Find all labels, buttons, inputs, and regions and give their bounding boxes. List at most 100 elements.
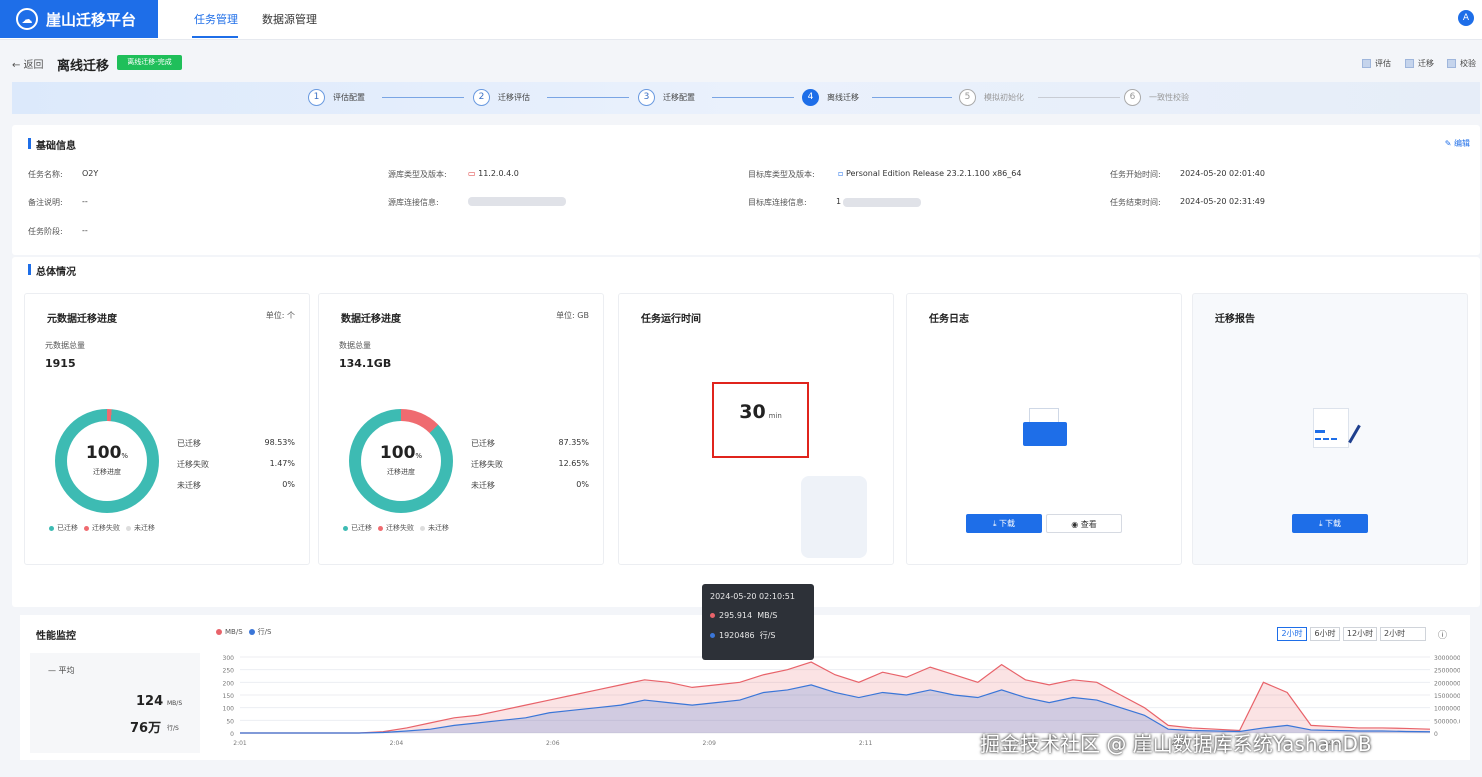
- y-left-tick: 50: [226, 718, 234, 725]
- stage-label: 任务阶段:: [28, 227, 63, 236]
- src-type-value: ▭ 11.2.0.4.0: [468, 169, 519, 178]
- legend-label: 未迁移: [134, 524, 155, 532]
- nav-datasource-management[interactable]: 数据源管理: [262, 11, 317, 27]
- tooltip-mb-unit: MB/S: [757, 611, 778, 620]
- donut-center: 100% 迁移进度: [361, 421, 441, 501]
- option-label: 校验: [1460, 59, 1476, 68]
- donut-percent-unit: %: [415, 452, 423, 460]
- runtime-unit: min: [768, 412, 782, 420]
- metadata-unit: 单位: 个: [265, 311, 295, 320]
- step-number: 5: [959, 89, 976, 106]
- legend-label: 迁移失败: [92, 524, 120, 532]
- step-4[interactable]: 4 离线迁移: [802, 89, 859, 106]
- unmigrated-label: 未迁移: [471, 481, 495, 490]
- range-6h-button[interactable]: 6小时: [1310, 627, 1340, 641]
- report-illustration-icon: [1307, 404, 1363, 452]
- user-avatar[interactable]: A: [1458, 10, 1474, 26]
- y-right-tick: 1000000.0: [1434, 706, 1460, 713]
- y-right-tick: 2000000.0: [1434, 680, 1460, 687]
- tooltip-mb-row: 295.914 MB/S: [710, 611, 806, 620]
- data-title: 数据迁移进度: [341, 314, 401, 325]
- src-type-label: 源库类型及版本:: [388, 170, 447, 179]
- step-label: 一致性校验: [1149, 93, 1189, 102]
- legend-label: 迁移失败: [386, 524, 414, 532]
- option-migrate[interactable]: 迁移: [1405, 58, 1434, 69]
- y-right-tick: 500000.0: [1434, 718, 1460, 725]
- range-12h-button[interactable]: 12小时: [1343, 627, 1377, 641]
- step-2[interactable]: 2 迁移评估: [473, 89, 530, 106]
- metadata-progress-card: 元数据迁移进度 单位: 个 元数据总量 1915 100% 迁移进度 已迁移 9…: [24, 293, 310, 565]
- unmigrated-value: 0%: [282, 480, 295, 489]
- step-6[interactable]: 6 一致性校验: [1124, 89, 1189, 106]
- failed-label: 迁移失败: [177, 460, 209, 469]
- legend-dot: [49, 525, 54, 531]
- metadata-total-value: 1915: [45, 357, 76, 370]
- migrated-label: 已迁移: [471, 439, 495, 448]
- start-time-label: 任务开始时间:: [1110, 170, 1161, 179]
- avg-mb-value: 124: [136, 694, 164, 709]
- start-time-value: 2024-05-20 02:01:40: [1180, 169, 1265, 178]
- legend-label: MB/S: [225, 628, 243, 636]
- app-logo[interactable]: ☁ 崖山迁移平台: [0, 0, 158, 38]
- y-left-tick: 200: [223, 680, 235, 687]
- range-2h-button[interactable]: 2小时: [1277, 627, 1307, 641]
- x-tick: 2:01: [233, 740, 247, 747]
- unmigrated-value: 0%: [576, 480, 589, 489]
- y-left-tick: 150: [223, 693, 235, 700]
- runtime-card: 任务运行时间 30 min: [618, 293, 894, 565]
- report-download-button[interactable]: ⤓ 下载: [1292, 514, 1368, 533]
- edit-button[interactable]: ✎ 编辑: [1445, 138, 1470, 149]
- migration-report-card: 迁移报告 ⤓ 下载: [1192, 293, 1468, 565]
- donut-center: 100% 迁移进度: [67, 421, 147, 501]
- step-number: 4: [802, 89, 819, 106]
- watermark-text: 掘金技术社区 @ 崖山数据库系统YashanDB: [980, 732, 1372, 756]
- back-link[interactable]: ← 返回: [12, 56, 44, 71]
- chart-tooltip: 2024-05-20 02:10:51 295.914 MB/S 1920486…: [702, 584, 814, 660]
- top-bar: ☁ 崖山迁移平台 任务管理 数据源管理 A: [0, 0, 1482, 40]
- log-download-button[interactable]: ⤓ 下载: [966, 514, 1042, 533]
- step-label: 离线迁移: [827, 93, 859, 102]
- end-time-value: 2024-05-20 02:31:49: [1180, 197, 1265, 206]
- step-1[interactable]: 1 评估配置: [308, 89, 365, 106]
- nav-task-management[interactable]: 任务管理: [194, 11, 238, 27]
- failed-value: 12.65%: [558, 459, 589, 468]
- data-total-value: 134.1GB: [339, 357, 392, 370]
- report-title: 迁移报告: [1215, 314, 1255, 325]
- app-title: 崖山迁移平台: [46, 10, 137, 29]
- src-type-text: 11.2.0.4.0: [478, 169, 519, 178]
- step-connector: [1038, 97, 1120, 98]
- step-label: 评估配置: [333, 93, 365, 102]
- perf-average-label: — 平均: [48, 666, 75, 675]
- y-left-tick: 100: [223, 706, 235, 713]
- y-right-tick: 0: [1434, 731, 1438, 738]
- option-label: 评估: [1375, 59, 1391, 68]
- step-3[interactable]: 3 迁移配置: [638, 89, 695, 106]
- x-tick: 2:11: [859, 740, 873, 747]
- donut-percent-value: 100: [85, 443, 122, 463]
- option-evaluate[interactable]: 评估: [1362, 58, 1391, 69]
- legend-label: 行/S: [257, 628, 272, 636]
- step-number: 3: [638, 89, 655, 106]
- option-verify[interactable]: 校验: [1447, 58, 1476, 69]
- avg-rows-unit: 行/S: [167, 725, 179, 732]
- legend-dot: [84, 525, 89, 531]
- range-select[interactable]: 2小时: [1380, 627, 1426, 641]
- runtime-title: 任务运行时间: [641, 314, 701, 325]
- remark-label: 备注说明:: [28, 198, 63, 207]
- y-left-tick: 300: [223, 655, 235, 662]
- legend-dot: [710, 633, 715, 638]
- oracle-icon: ▭: [468, 169, 479, 178]
- donut-percent-unit: %: [121, 452, 129, 460]
- step-label: 迁移评估: [498, 93, 530, 102]
- checkbox-icon: [1362, 59, 1371, 68]
- checkbox-icon: [1405, 59, 1414, 68]
- option-label: 迁移: [1418, 59, 1434, 68]
- tooltip-mb-value: 295.914: [719, 611, 753, 620]
- step-5[interactable]: 5 模拟初始化: [959, 89, 1024, 106]
- stage-value: --: [82, 226, 88, 235]
- avg-mb-unit: MB/S: [167, 700, 183, 707]
- dst-conn-label: 目标库连接信息:: [748, 198, 807, 207]
- info-icon[interactable]: ⓘ: [1438, 628, 1447, 641]
- metadata-donut-chart: 100% 迁移进度: [55, 409, 159, 513]
- log-view-button[interactable]: ◉ 查看: [1046, 514, 1122, 533]
